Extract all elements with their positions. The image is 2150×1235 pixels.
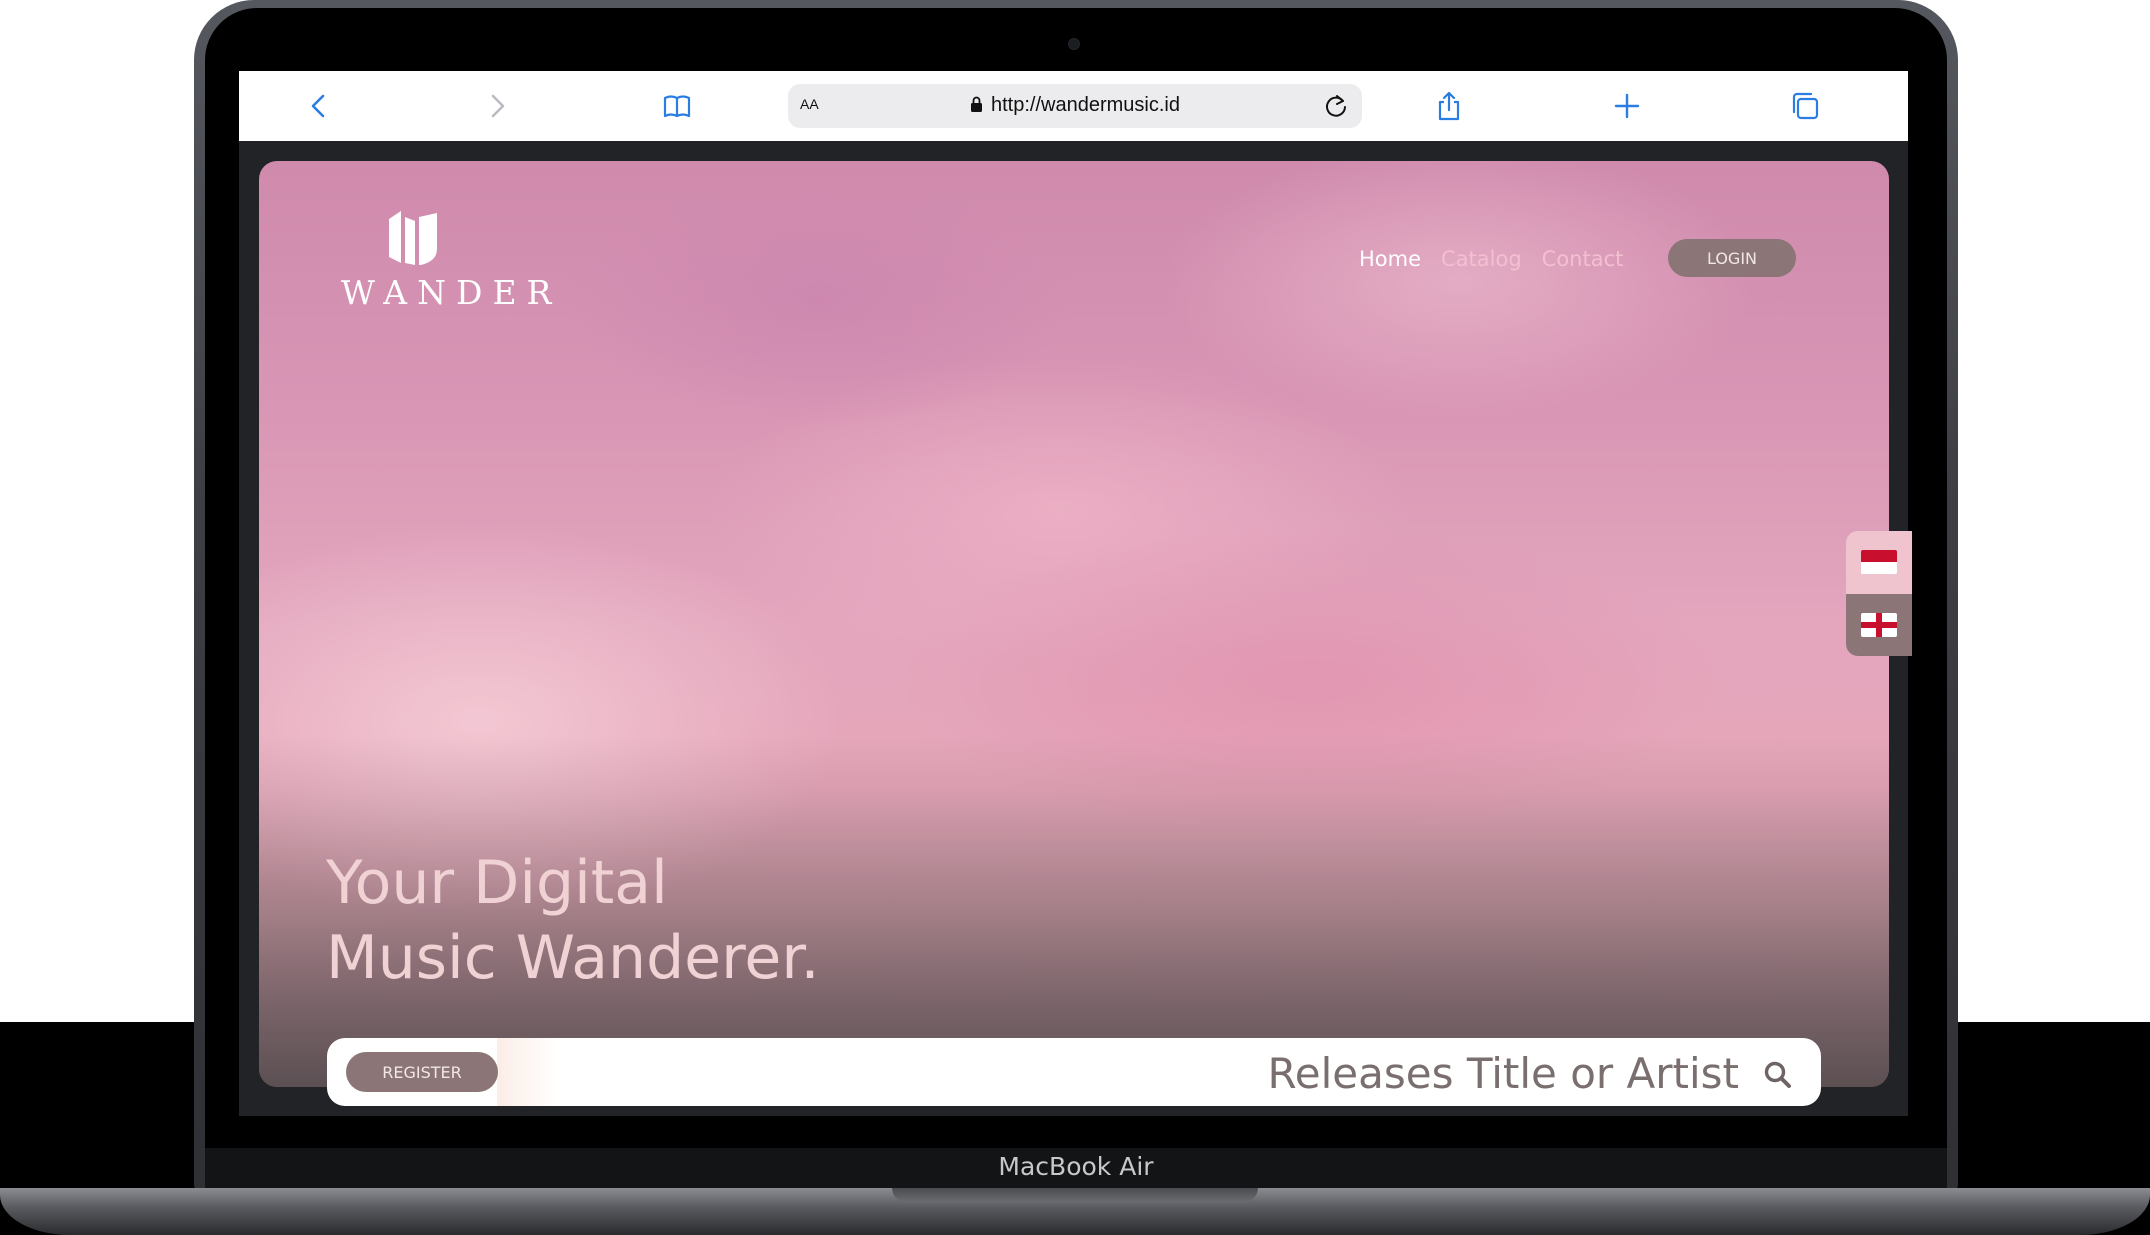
language-switcher [1846,531,1912,656]
nav-contact[interactable]: Contact [1542,247,1624,271]
login-button[interactable]: LOGIN [1668,239,1796,277]
indonesia-flag-icon [1861,550,1897,574]
address-bar[interactable]: AA http://wandermusic.id [788,84,1362,128]
back-icon[interactable] [301,88,337,124]
device-label: MacBook Air [998,1152,1154,1181]
register-button[interactable]: REGISTER [346,1052,498,1092]
wander-logo-mark [389,211,437,265]
hero-heading: Your Digital Music Wanderer. [326,846,820,996]
new-tab-icon[interactable] [1609,88,1645,124]
tabs-icon[interactable] [1787,88,1823,124]
nav-catalog[interactable]: Catalog [1441,247,1522,271]
search-fade [497,1038,557,1106]
england-flag-icon [1861,613,1897,637]
wander-logo[interactable]: WANDER [341,207,562,317]
search-input[interactable] [587,1044,1741,1102]
lock-icon [971,96,982,112]
language-english-button[interactable] [1846,594,1912,656]
language-indonesia-button[interactable] [1846,531,1912,593]
laptop-chin: MacBook Air [205,1148,1947,1190]
main-nav: Home Catalog Contact [1359,247,1623,271]
share-icon[interactable] [1431,88,1467,124]
camera-icon [1068,38,1080,50]
laptop-hinge-notch [892,1188,1258,1202]
search-bar: REGISTER [327,1038,1821,1106]
forward-icon[interactable] [479,88,515,124]
hero-line-1: Your Digital [326,848,668,918]
url-display[interactable]: http://wandermusic.id [788,94,1362,117]
screenshot-stage: AA http://wandermusic.id WANDER Home Cat… [0,0,2150,1235]
reload-icon[interactable] [1322,92,1350,120]
bookmarks-icon[interactable] [659,88,695,124]
browser-toolbar: AA http://wandermusic.id [239,71,1908,141]
website-page: WANDER Home Catalog Contact LOGIN Your D… [259,161,1889,1087]
logo-text: WANDER [341,273,562,312]
laptop-screen: AA http://wandermusic.id WANDER Home Cat… [239,71,1908,1116]
nav-home[interactable]: Home [1359,247,1421,271]
url-text: http://wandermusic.id [991,94,1180,116]
hero-line-2: Music Wanderer. [326,923,820,993]
search-icon[interactable] [1763,1060,1793,1090]
